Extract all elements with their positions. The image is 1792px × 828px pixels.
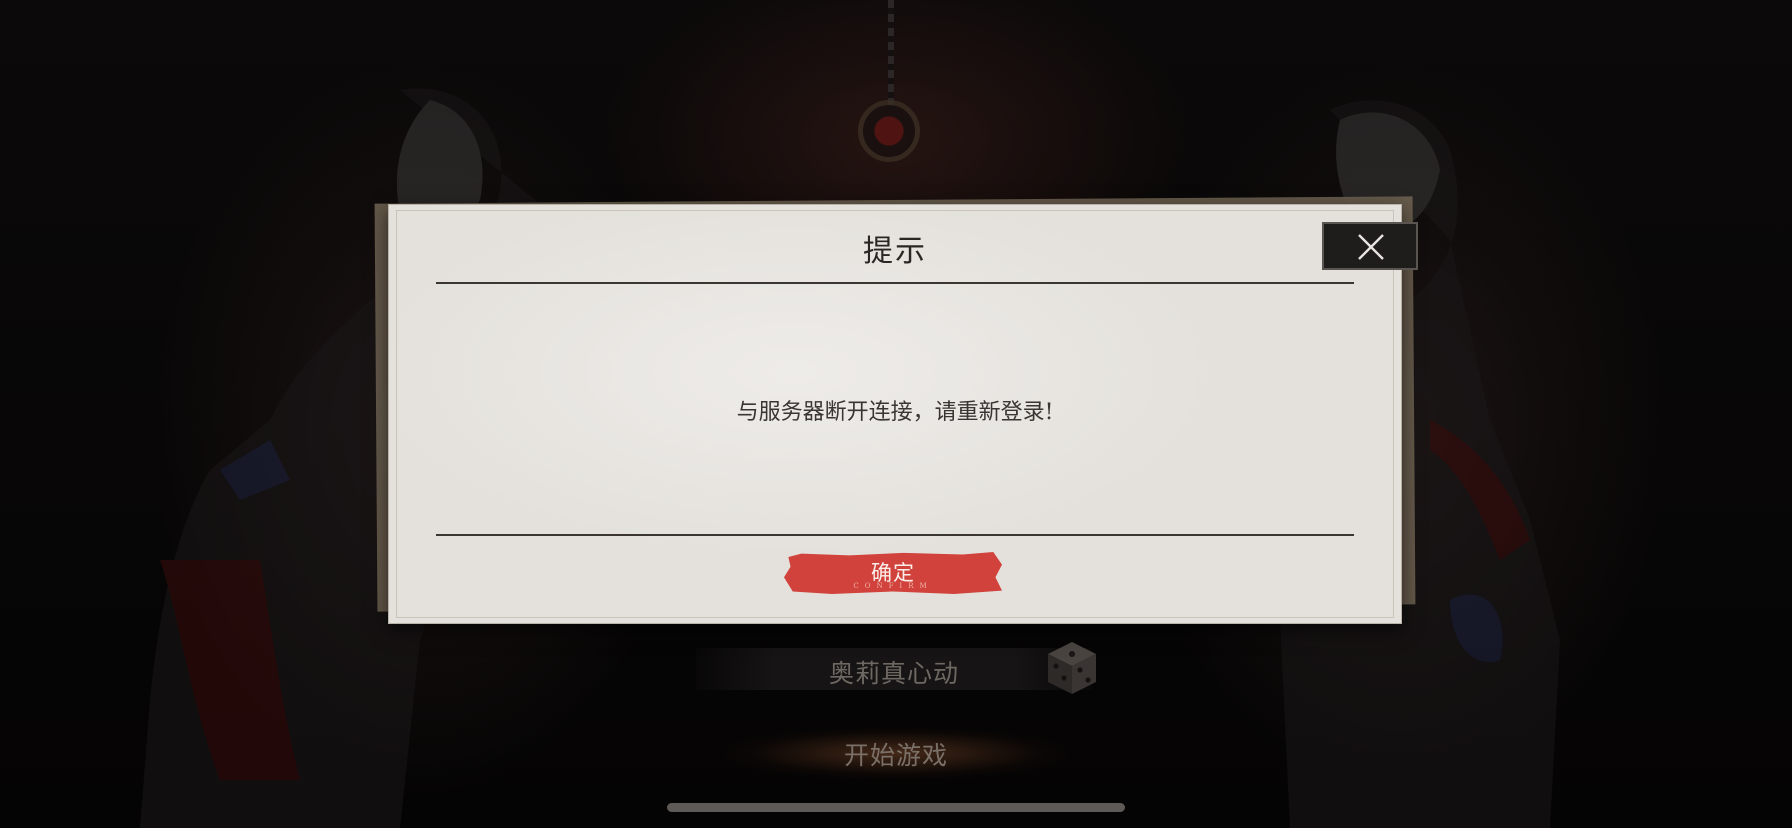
close-button[interactable] (1322, 222, 1418, 270)
game-scene: 奥莉真心动 开始游戏 提示 与服务器断开连接，请重新登录! 确定 CONFIRM (0, 0, 1792, 828)
footer-divider (436, 534, 1354, 536)
alert-dialog: 提示 与服务器断开连接，请重新登录! 确定 CONFIRM (388, 204, 1402, 624)
home-indicator[interactable] (667, 803, 1125, 812)
dialog-title: 提示 (863, 234, 927, 269)
character-name: 奥莉真心动 (828, 659, 959, 688)
start-game-label: 开始游戏 (843, 741, 948, 770)
hanging-chain (888, 0, 894, 110)
close-icon (1358, 234, 1384, 260)
confirm-sub-label: CONFIRM (853, 582, 933, 590)
dice-icon[interactable] (1046, 640, 1098, 696)
dialog-message: 与服务器断开连接，请重新登录! (736, 400, 1054, 425)
title-divider (436, 282, 1354, 284)
pendant-ornament (858, 100, 920, 162)
character-name-bar: 奥莉真心动 (696, 648, 1092, 690)
start-game-button[interactable]: 开始游戏 (700, 720, 1092, 786)
confirm-button[interactable]: 确定 CONFIRM (784, 552, 1002, 594)
